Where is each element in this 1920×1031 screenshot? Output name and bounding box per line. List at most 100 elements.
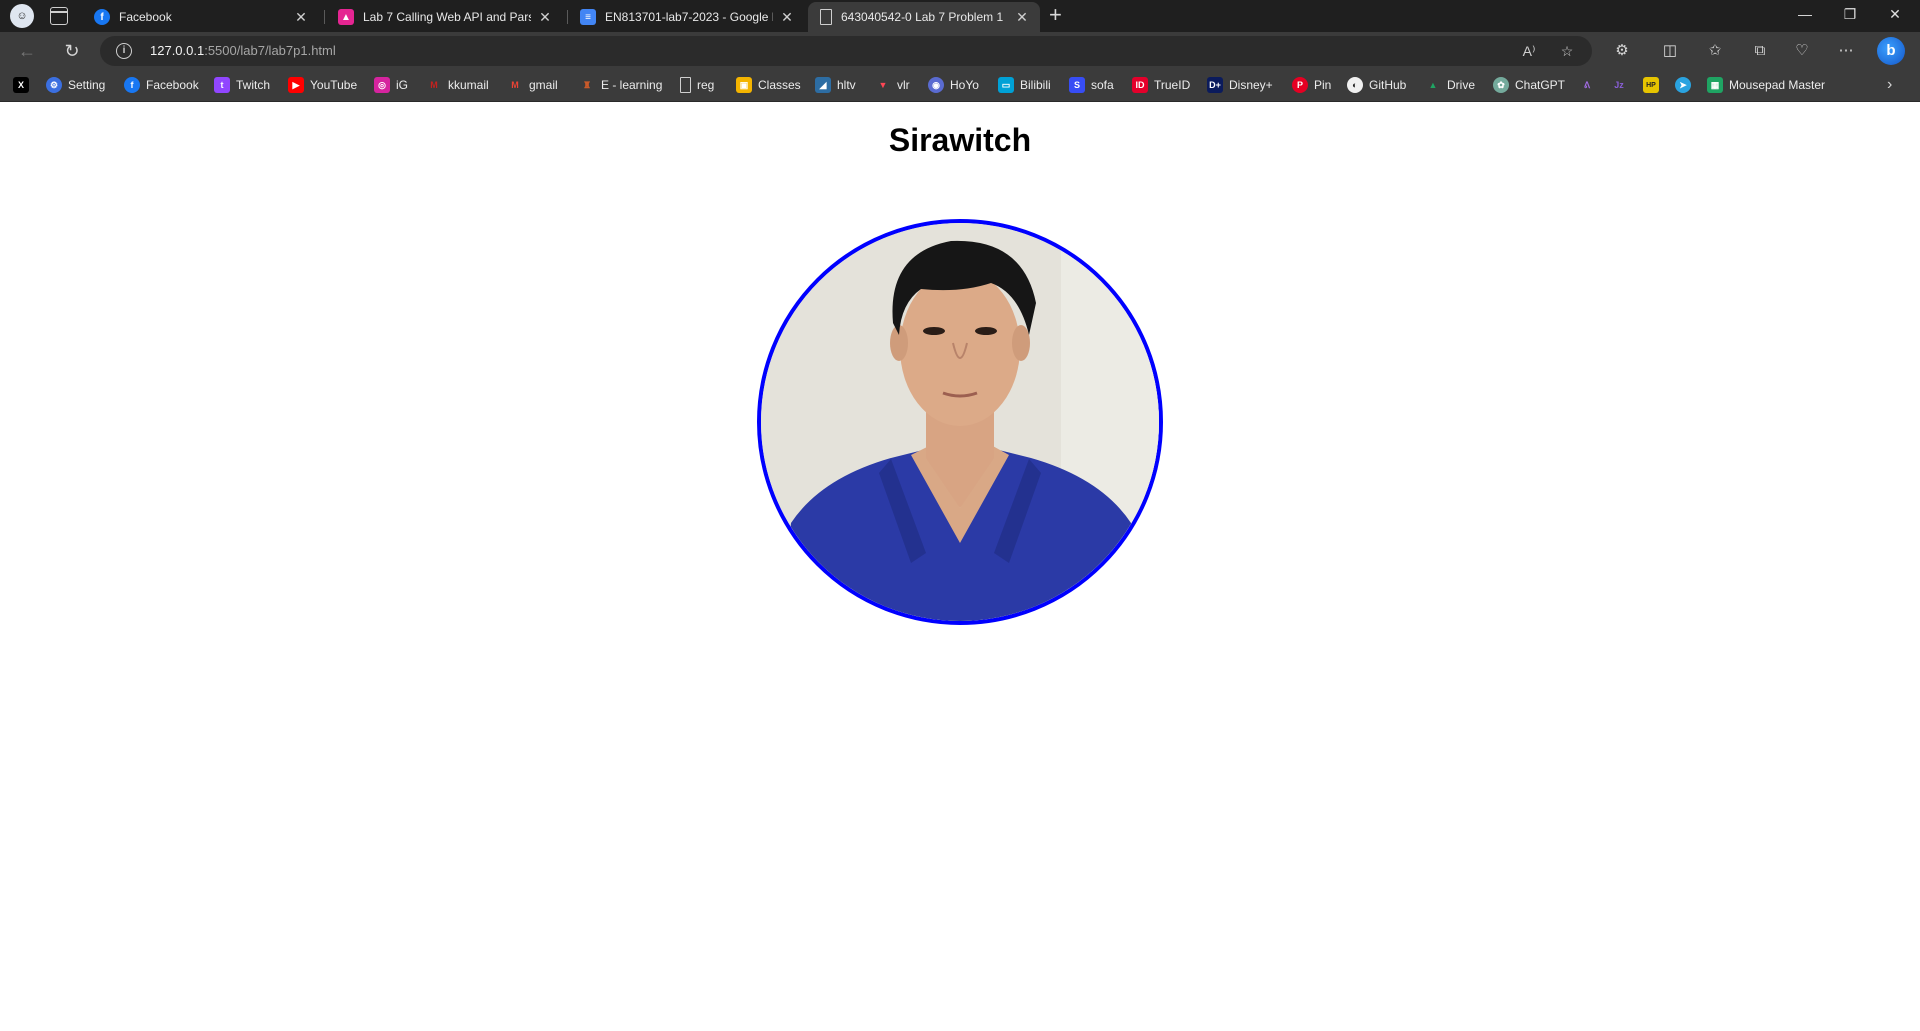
- bookmark-bilibili[interactable]: ▭ Bilibili: [998, 77, 1051, 93]
- bookmark-chatgpt[interactable]: ✿ ChatGPT: [1493, 77, 1565, 93]
- bookmark-github[interactable]: ◐ GitHub: [1347, 77, 1406, 93]
- disney-icon: D+: [1207, 77, 1223, 93]
- bookmark-telegram[interactable]: ➤: [1675, 77, 1697, 93]
- address-bar[interactable]: i 127.0.0.1:5500/lab7/lab7p1.html A⁾ ☆: [100, 36, 1592, 66]
- twitch-icon: t: [214, 77, 230, 93]
- vlr-icon: ▼: [878, 80, 888, 90]
- close-icon[interactable]: ✕: [779, 9, 795, 26]
- x-icon: X: [13, 77, 29, 93]
- bookmark-label: hltv: [837, 78, 856, 92]
- close-icon[interactable]: ✕: [1014, 9, 1030, 26]
- bookmark-label: Mousepad Master: [1729, 78, 1826, 92]
- bookmark-youtube[interactable]: ▶ YouTube: [288, 77, 357, 93]
- elearning-icon: ♜: [582, 79, 592, 90]
- bookmark-app-2[interactable]: Jz: [1611, 77, 1633, 93]
- bookmark-label: Setting: [68, 78, 106, 92]
- bookmark-hltv[interactable]: ◢ hltv: [815, 77, 856, 93]
- bookmark-disney[interactable]: D+ Disney+: [1207, 77, 1273, 93]
- bookmark-instagram[interactable]: ◎ iG: [374, 77, 408, 93]
- tab-facebook[interactable]: f Facebook ✕: [84, 2, 319, 32]
- google-drive-icon: ▲: [1428, 80, 1438, 90]
- bookmark-label: Twitch: [236, 78, 271, 92]
- collections-icon[interactable]: ⧉: [1750, 41, 1770, 61]
- youtube-icon: ▶: [288, 77, 304, 93]
- profile-photo: [757, 219, 1163, 625]
- site-info-icon[interactable]: i: [116, 43, 132, 59]
- app-icon: Jz: [1614, 80, 1624, 90]
- profile-photo-illustration: [761, 223, 1159, 621]
- bookmark-drive[interactable]: ▲ Drive: [1425, 77, 1475, 93]
- page-icon: [820, 9, 832, 25]
- new-tab-button[interactable]: +: [1049, 4, 1062, 26]
- instagram-icon: ◎: [374, 77, 390, 93]
- mousepad-icon: ▦: [1707, 77, 1723, 93]
- favorites-icon[interactable]: ✩: [1705, 41, 1725, 61]
- bookmark-sofa[interactable]: Ssofa: [1069, 77, 1114, 93]
- extensions-icon[interactable]: ⚙: [1612, 41, 1632, 61]
- hoyo-icon: ◉: [928, 77, 944, 93]
- bookmark-label: Facebook: [146, 78, 199, 92]
- pinterest-icon: P: [1292, 77, 1308, 93]
- google-docs-icon: ≡: [580, 9, 596, 25]
- reload-icon[interactable]: ↻: [61, 40, 83, 62]
- bookmark-label: Classes: [758, 78, 801, 92]
- bookmark-label: GitHub: [1369, 78, 1407, 92]
- close-icon[interactable]: ✕: [537, 9, 553, 26]
- bookmark-trueid[interactable]: ID TrueID: [1132, 77, 1190, 93]
- close-window-icon[interactable]: ✕: [1885, 6, 1905, 23]
- gear-icon: ⚙: [46, 77, 62, 93]
- bookmark-label: YouTube: [310, 78, 358, 92]
- read-aloud-icon[interactable]: A⁾: [1520, 42, 1538, 60]
- split-screen-icon[interactable]: ◫: [1660, 41, 1680, 61]
- bookmark-classes[interactable]: ▣ Classes: [736, 77, 801, 93]
- back-icon[interactable]: ←: [16, 40, 38, 62]
- tab-google-docs[interactable]: ≡ EN813701-lab7-2023 - Google D ✕: [570, 2, 805, 32]
- chevron-right-icon[interactable]: ›: [1887, 76, 1892, 94]
- url-path: :5500/lab7/lab7p1.html: [204, 43, 336, 58]
- bookmark-hoyo[interactable]: ◉ HoYo: [928, 77, 979, 93]
- bookmark-facebook[interactable]: f Facebook: [124, 77, 199, 93]
- tab-title: Lab 7 Calling Web API and Parsin: [363, 10, 531, 24]
- bookmark-vlr[interactable]: ▼ vlr: [875, 77, 910, 93]
- bookmark-twitch[interactable]: t Twitch: [214, 77, 270, 93]
- bookmark-elearning[interactable]: ♜ E - learning: [579, 77, 662, 93]
- minimize-icon[interactable]: —: [1795, 6, 1815, 22]
- bookmark-pin[interactable]: P Pin: [1292, 77, 1331, 93]
- bookmark-setting[interactable]: ⚙ Setting: [46, 77, 105, 93]
- browser-essentials-icon[interactable]: ♡: [1792, 41, 1812, 61]
- app-icon: ᕕ: [1583, 79, 1591, 90]
- gmail-icon: M: [511, 80, 519, 90]
- bookmark-label: Bilibili: [1020, 78, 1051, 92]
- bookmark-reg[interactable]: reg: [680, 77, 714, 93]
- favorite-star-icon[interactable]: ☆: [1558, 42, 1576, 60]
- trueid-icon: ID: [1132, 77, 1148, 93]
- restore-icon[interactable]: ❐: [1840, 6, 1860, 23]
- bookmark-label: sofa: [1091, 78, 1114, 92]
- bookmark-app-3[interactable]: HP: [1643, 77, 1665, 93]
- close-icon[interactable]: ✕: [293, 9, 309, 26]
- facebook-icon: f: [94, 9, 110, 25]
- bookmark-kkumail[interactable]: Mkkumail: [426, 77, 488, 93]
- url-text[interactable]: 127.0.0.1:5500/lab7/lab7p1.html: [150, 43, 336, 58]
- more-menu-icon[interactable]: ⋯: [1836, 41, 1856, 61]
- sofa-icon: S: [1069, 77, 1085, 93]
- tab-lab7-classroom[interactable]: ▲ Lab 7 Calling Web API and Parsin ✕: [328, 2, 563, 32]
- bookmarks-bar: X ⚙ Setting f Facebook t Twitch ▶ YouTube ◎ i…: [0, 70, 1920, 102]
- bookmark-label: Pin: [1314, 78, 1332, 92]
- copilot-icon[interactable]: b: [1877, 37, 1905, 65]
- bookmark-label: vlr: [897, 78, 910, 92]
- profile-avatar-icon[interactable]: ☺: [10, 4, 34, 28]
- bookmark-mousepad-master[interactable]: ▦ Mousepad Master: [1707, 77, 1825, 93]
- tab-strip: ☺ f Facebook ✕ ▲ Lab 7 Calling Web API a…: [0, 0, 1920, 32]
- bookmark-app-1[interactable]: ᕕ: [1579, 77, 1601, 93]
- bookmark-x[interactable]: X: [13, 77, 35, 93]
- facebook-icon: f: [124, 77, 140, 93]
- tab-title: Facebook: [119, 10, 172, 24]
- bookmark-label: TrueID: [1154, 78, 1191, 92]
- bookmark-label: ChatGPT: [1515, 78, 1566, 92]
- classroom-icon: ▣: [736, 77, 752, 93]
- tab-lab7-problem1[interactable]: 643040542-0 Lab 7 Problem 1 ✕: [808, 2, 1040, 32]
- bookmark-gmail[interactable]: Mgmail: [507, 77, 557, 93]
- page-icon: [680, 77, 691, 93]
- tab-actions-icon[interactable]: [50, 7, 68, 25]
